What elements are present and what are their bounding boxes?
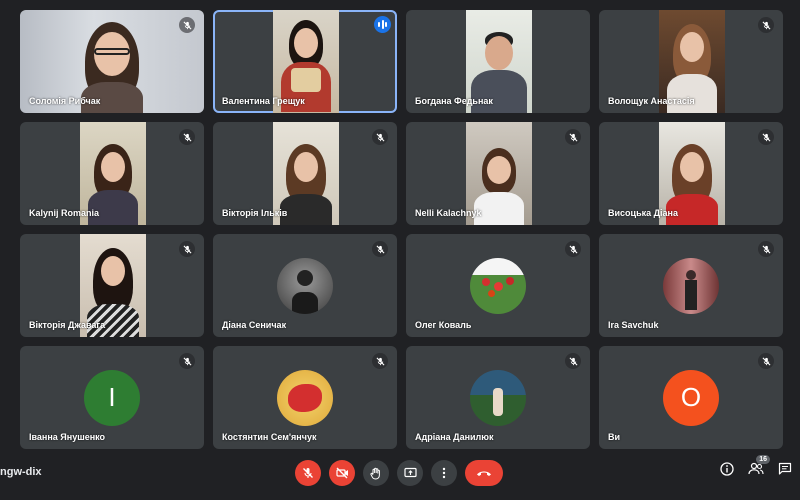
mic-off-icon (303, 468, 313, 478)
mic-off-icon (758, 129, 774, 145)
profile-photo-avatar (470, 369, 526, 426)
toggle-camera-button[interactable] (329, 460, 355, 486)
more-options-button[interactable] (431, 460, 457, 486)
mic-off-icon (565, 129, 581, 145)
participant-tile[interactable]: І Іванна Янушенко (20, 346, 204, 449)
participant-name: Kalynij Romania (29, 208, 100, 218)
participant-name: Іванна Янушенко (29, 432, 106, 442)
participant-tile[interactable]: Kalynij Romania (20, 122, 204, 225)
participant-tile[interactable]: Адріана Данилюк (406, 346, 590, 449)
participants-grid: Соломія Рибчак Валентина Грещук Богдана … (20, 10, 783, 450)
participant-name: Вікторія Ільків (222, 208, 288, 218)
participant-name: Соломія Рибчак (29, 96, 101, 106)
hang-up-icon (477, 471, 491, 476)
participant-tile[interactable]: Олег Коваль (406, 234, 590, 337)
mic-off-icon (758, 353, 774, 369)
participant-tile[interactable]: Діана Сеничак (213, 234, 397, 337)
mic-off-icon (372, 129, 388, 145)
mic-off-icon (179, 241, 195, 257)
speaking-indicator-icon (374, 16, 391, 33)
mic-off-icon (372, 353, 388, 369)
mic-off-icon (179, 17, 195, 33)
profile-photo-avatar (470, 257, 526, 314)
call-controls (295, 460, 503, 486)
participant-count-badge: 16 (756, 455, 770, 464)
raise-hand-button[interactable] (363, 460, 389, 486)
mic-off-icon (758, 241, 774, 257)
participant-tile[interactable]: Вікторія Джавага (20, 234, 204, 337)
participant-tile[interactable]: Волощук Анастасія (599, 10, 783, 113)
participant-name: Костянтин Сем'янчук (222, 432, 317, 442)
participant-name: Висоцька Діана (608, 208, 678, 218)
leave-call-button[interactable] (465, 460, 503, 486)
participant-name: Богдана Федьнак (415, 96, 493, 106)
participant-tile[interactable]: Ira Savchuk (599, 234, 783, 337)
present-icon (403, 467, 417, 478)
participant-name: Ira Savchuk (608, 320, 659, 330)
participant-tile[interactable]: Вікторія Ільків (213, 122, 397, 225)
participant-tile[interactable]: Висоцька Діана (599, 122, 783, 225)
camera-off-icon (335, 467, 348, 479)
participant-tile[interactable]: Костянтин Сем'янчук (213, 346, 397, 449)
mic-off-icon (179, 353, 195, 369)
mic-off-icon (565, 241, 581, 257)
participant-name: Nelli Kalachnyk (415, 208, 482, 218)
info-icon (720, 462, 734, 476)
participant-tile[interactable]: Богдана Федьнак (406, 10, 590, 113)
profile-photo-avatar (663, 257, 719, 314)
present-screen-button[interactable] (397, 460, 423, 486)
participant-tile[interactable]: Соломія Рибчак (20, 10, 204, 113)
participant-name: Вікторія Джавага (29, 320, 106, 330)
hand-icon (370, 467, 380, 480)
participant-name: Ви (608, 432, 621, 442)
participant-tile-active-speaker[interactable]: Валентина Грещук (213, 10, 397, 113)
mic-off-icon (179, 129, 195, 145)
people-icon (748, 462, 764, 475)
initial-avatar: О (663, 369, 719, 426)
mic-off-icon (758, 17, 774, 33)
chat-button[interactable] (778, 462, 792, 481)
participant-tile[interactable]: Nelli Kalachnyk (406, 122, 590, 225)
mic-off-icon (372, 241, 388, 257)
participant-name: Адріана Данилюк (415, 432, 494, 442)
chat-icon (778, 462, 792, 475)
people-button[interactable]: 16 (748, 455, 770, 481)
participant-name: Валентина Грещук (222, 96, 305, 106)
profile-photo-avatar (277, 257, 333, 314)
profile-photo-avatar (277, 369, 333, 426)
mic-off-icon (565, 353, 581, 369)
participant-name: Олег Коваль (415, 320, 472, 330)
meeting-details-button[interactable] (720, 462, 734, 481)
meeting-code: ngw-dix (0, 466, 42, 478)
side-controls: 16 (720, 455, 792, 481)
participant-name: Діана Сеничак (222, 320, 287, 330)
toggle-microphone-button[interactable] (295, 460, 321, 486)
participant-tile-self[interactable]: О Ви (599, 346, 783, 449)
more-vertical-icon (442, 467, 446, 479)
participant-name: Волощук Анастасія (608, 96, 695, 106)
initial-avatar: І (84, 369, 140, 426)
